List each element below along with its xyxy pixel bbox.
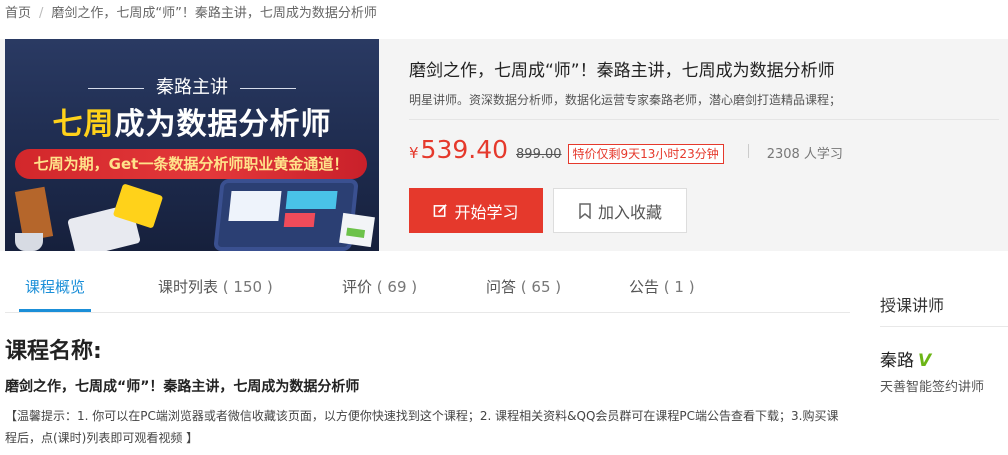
tab-announcements-count: ( 1 ): [663, 278, 695, 296]
price-row: ¥ 539.40 899.00 特价仅剩9天13小时23分钟 2308 人学习: [409, 135, 843, 167]
currency-symbol: ¥: [409, 144, 419, 162]
current-price: 539.40: [420, 135, 509, 164]
instructor-name[interactable]: 秦路: [880, 351, 914, 371]
course-tabs: 课程概览 课时列表 ( 150 ) 评价 ( 69 ) 问答 ( 65 ) 公告…: [5, 270, 850, 313]
instructor-role: 天善智能签约讲师: [880, 380, 985, 395]
banner-slogan: 七周为期，Get一条数据分析师职业黄金通道！: [15, 149, 367, 179]
breadcrumb-separator: /: [39, 6, 44, 21]
tip-text: 【温馨提示：1. 你可以在PC端浏览器或者微信收藏该页面，以方便你快速找到这个课…: [5, 409, 839, 445]
banner-lecturer-line: 秦路主讲: [5, 73, 379, 99]
course-title: 磨剑之作，七周成“师”！秦路主讲，七周成为数据分析师: [409, 61, 835, 81]
notepad-illustration: [339, 212, 375, 248]
breadcrumb-current: 磨剑之作，七周成“师”！秦路主讲，七周成为数据分析师: [51, 6, 377, 21]
add-favorite-button[interactable]: 加入收藏: [553, 188, 687, 233]
breadcrumb-home-link[interactable]: 首页: [5, 6, 31, 21]
tab-reviews-label: 评价: [342, 278, 373, 296]
tab-qa-label: 问答: [486, 278, 517, 296]
add-favorite-label: 加入收藏: [597, 204, 662, 222]
course-hero: 秦路主讲 七周成为数据分析师 七周为期，Get一条数据分析师职业黄金通道！ 磨剑…: [0, 39, 1008, 251]
original-price: 899.00: [516, 147, 562, 162]
tab-lessons-label: 课时列表: [158, 278, 219, 296]
tab-qa-count: ( 65 ): [520, 278, 562, 296]
edit-icon: [434, 204, 448, 217]
tab-qa[interactable]: 问答 ( 65 ): [486, 270, 561, 311]
tab-reviews-count: ( 69 ): [376, 278, 418, 296]
promo-countdown-badge: 特价仅剩9天13小时23分钟: [567, 144, 724, 164]
start-learning-label: 开始学习: [454, 204, 519, 222]
verified-badge-icon: V: [918, 351, 932, 371]
breadcrumb: 首页 / 磨剑之作，七周成“师”！秦路主讲，七周成为数据分析师: [5, 2, 377, 21]
tab-lessons-count: ( 150 ): [222, 278, 273, 296]
instructor-heading: 授课讲师: [880, 296, 945, 315]
overview-course-name: 磨剑之作，七周成“师”！秦路主讲，七周成为数据分析师: [5, 379, 360, 395]
section-heading: 课程名称:: [5, 339, 102, 364]
tab-lessons[interactable]: 课时列表 ( 150 ): [158, 270, 273, 311]
course-description: 明星讲师。资深数据分析师，数据化运营专家秦路老师，潜心磨剑打造精品课程；: [409, 93, 842, 107]
start-learning-button[interactable]: 开始学习: [409, 188, 543, 233]
banner-headline-rest: 成为数据分析师: [114, 107, 332, 142]
course-banner-image: 秦路主讲 七周成为数据分析师 七周为期，Get一条数据分析师职业黄金通道！: [5, 39, 379, 251]
learner-count: 2308 人学习: [766, 147, 843, 162]
course-info: 磨剑之作，七周成“师”！秦路主讲，七周成为数据分析师 明星讲师。资深数据分析师，…: [409, 39, 999, 251]
bookmark-icon: [579, 202, 591, 219]
tab-overview[interactable]: 课程概览: [18, 270, 92, 312]
instructor-name-row: 秦路 V: [880, 346, 931, 371]
banner-headline-highlight: 七周: [52, 107, 115, 142]
tab-reviews[interactable]: 评价 ( 69 ): [342, 270, 417, 311]
banner-headline: 七周成为数据分析师: [5, 99, 379, 143]
cup-illustration: [15, 233, 43, 251]
instructor-divider: [880, 326, 1008, 327]
laptop-illustration: [213, 179, 359, 251]
tab-announcements[interactable]: 公告 ( 1 ): [629, 270, 695, 311]
info-divider: [409, 119, 999, 120]
tab-overview-label: 课程概览: [25, 278, 86, 296]
price-divider: [747, 144, 749, 158]
tab-announcements-label: 公告: [629, 278, 660, 296]
